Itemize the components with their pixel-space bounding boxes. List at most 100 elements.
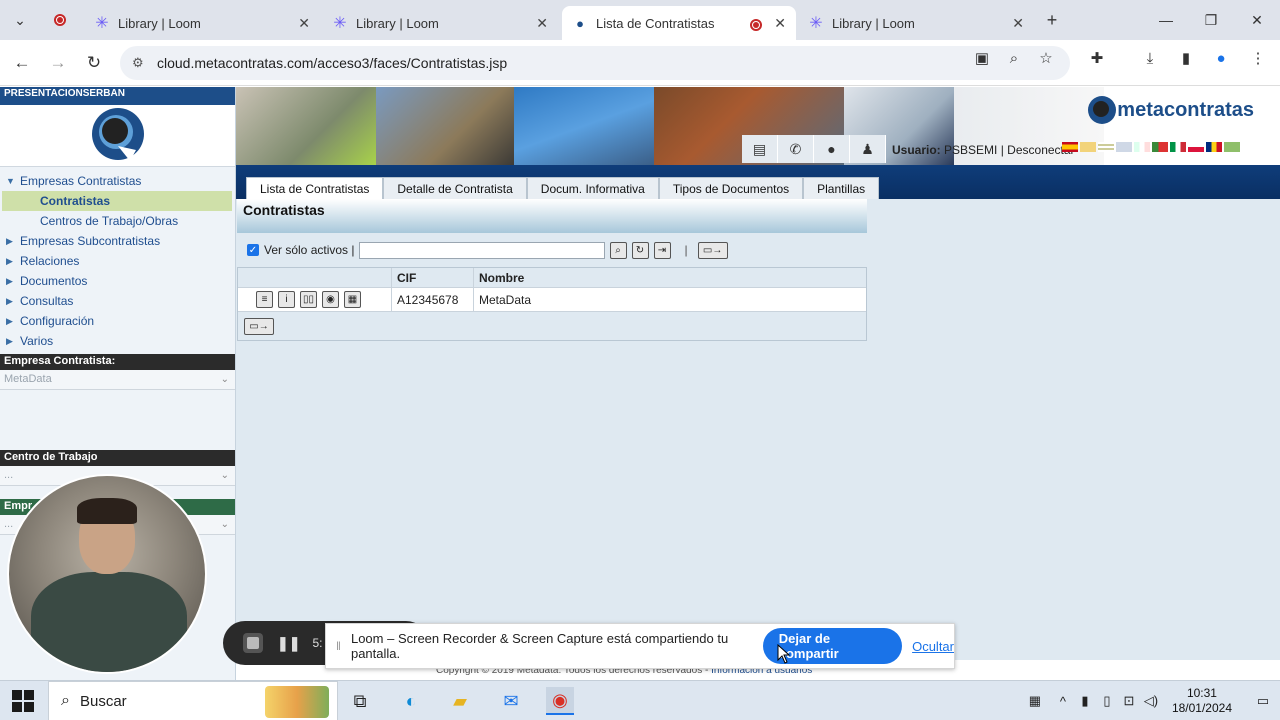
flag-ca-icon[interactable]	[1080, 142, 1096, 152]
tab-lista-contratistas[interactable]: ● Lista de Contratistas ✕	[562, 6, 796, 40]
tab-plantillas[interactable]: Plantillas	[803, 177, 880, 199]
tree-item-label[interactable]: Empresas Subcontratistas	[20, 234, 160, 248]
tree-item-label[interactable]: Contratistas	[40, 194, 110, 208]
bookmark-star-icon[interactable]: ☆	[1036, 48, 1056, 68]
flag-pl-icon[interactable]	[1188, 142, 1204, 152]
network-icon[interactable]: ⊡	[1118, 693, 1140, 709]
task-view-icon[interactable]: ⧉	[346, 687, 374, 715]
flag-es-icon[interactable]	[1062, 142, 1078, 152]
cell-nombre[interactable]: MetaData	[474, 288, 866, 311]
refresh-icon[interactable]: ↻	[631, 241, 649, 259]
phone-icon[interactable]: ✆	[778, 135, 814, 163]
caret-right-icon[interactable]: ▶	[6, 296, 20, 307]
tree-item-label[interactable]: Centros de Trabajo/Obras	[40, 214, 178, 228]
camera-icon[interactable]: ▣	[972, 48, 992, 68]
export-icon[interactable]: ⇥	[653, 241, 671, 259]
url-text[interactable]: cloud.metacontratas.com/acceso3/faces/Co…	[157, 55, 507, 71]
detail-list-icon[interactable]: ≡	[256, 291, 273, 308]
close-icon[interactable]: ✕	[1012, 15, 1024, 32]
battery-icon[interactable]: ▯	[1096, 693, 1118, 709]
download-icon[interactable]: ⤓	[1140, 48, 1160, 68]
search-icon[interactable]: ⌕	[609, 241, 627, 259]
active-only-checkbox[interactable]: ✓	[247, 244, 259, 256]
news-widget-icon[interactable]: ▦	[1018, 693, 1052, 709]
new-tab-plus-icon[interactable]: +	[1040, 8, 1064, 32]
tab-library-loom-2[interactable]: ✳ Library | Loom ✕	[322, 6, 558, 40]
column-header-cif[interactable]: CIF	[392, 268, 474, 287]
tree-item-relaciones[interactable]: ▶ Relaciones	[0, 251, 235, 271]
empresa-contratista-select[interactable]: MetaData ⌄	[0, 370, 235, 390]
tree-item-documentos[interactable]: ▶ Documentos	[0, 271, 235, 291]
volume-icon[interactable]: ◁)	[1140, 693, 1162, 709]
tab-lista-contratistas[interactable]: Lista de Contratistas	[246, 177, 384, 199]
zoom-icon[interactable]: ⌕	[1004, 48, 1024, 68]
tree-item-label[interactable]: Consultas	[20, 294, 73, 308]
target-icon[interactable]: ◉	[322, 291, 339, 308]
pause-icon[interactable]: ❚❚	[277, 635, 300, 652]
profile-avatar-icon[interactable]: ●	[1211, 48, 1231, 68]
caret-right-icon[interactable]: ▶	[6, 316, 20, 327]
system-clock[interactable]: 10:31 18/01/2024	[1172, 686, 1232, 716]
flag-ro-icon[interactable]	[1206, 142, 1222, 152]
close-icon[interactable]: ✕	[774, 15, 786, 32]
caret-right-icon[interactable]: ▶	[6, 336, 20, 347]
tab-detalle-contratista[interactable]: Detalle de Contratista	[383, 177, 527, 199]
user-icon[interactable]: ♟	[850, 135, 886, 163]
taskbar-search-box[interactable]: ⌕ Buscar	[48, 681, 338, 720]
tree-item-label[interactable]: Varios	[20, 334, 53, 348]
search-highlight-illustration-icon[interactable]	[265, 686, 329, 718]
table-row[interactable]: ≡ i ▯▯ ◉ ▦ A12345678 MetaData	[238, 287, 866, 311]
flag-it-icon[interactable]	[1170, 142, 1186, 152]
copy-transfer-icon[interactable]: ▭→	[244, 317, 274, 335]
tree-item-empresas-subcontratistas[interactable]: ▶ Empresas Subcontratistas	[0, 231, 235, 251]
tab-tipos-documentos[interactable]: Tipos de Documentos	[658, 177, 804, 199]
tree-item-configuracion[interactable]: ▶ Configuración	[0, 311, 235, 331]
chrome-browser-icon[interactable]: ◉	[546, 687, 574, 715]
minimize-icon[interactable]: —	[1154, 8, 1178, 32]
tree-item-label[interactable]: Relaciones	[20, 254, 79, 268]
microphone-icon[interactable]: ▮	[1074, 693, 1096, 709]
restore-icon[interactable]: ❐	[1199, 8, 1223, 32]
settings-grid-icon[interactable]: ▦	[344, 291, 361, 308]
flag-eu-icon[interactable]	[1098, 142, 1114, 152]
tree-item-varios[interactable]: ▶ Varios	[0, 331, 235, 351]
back-arrow-icon[interactable]: ←	[10, 51, 34, 75]
flag-fr-icon[interactable]	[1134, 142, 1150, 152]
edge-browser-icon[interactable]: ◐	[397, 687, 425, 715]
site-settings-icon[interactable]: ⚙	[132, 55, 152, 71]
tree-item-empresas-contratistas[interactable]: ▼ Empresas Contratistas	[0, 171, 235, 191]
tab-library-loom-3[interactable]: ✳ Library | Loom ✕	[798, 6, 1034, 40]
tree-item-label[interactable]: Documentos	[20, 274, 87, 288]
hide-link[interactable]: Ocultar	[912, 639, 954, 654]
window-close-icon[interactable]: ✕	[1245, 8, 1269, 32]
webcam-bubble[interactable]	[7, 474, 207, 674]
tab-search-chevron-icon[interactable]: ⌄	[8, 8, 32, 32]
tab-library-loom-1[interactable]: ✳ Library | Loom ✕	[84, 6, 320, 40]
cell-cif[interactable]: A12345678	[392, 288, 474, 311]
tab-docum-informativa[interactable]: Docum. Informativa	[526, 177, 659, 199]
windows-start-icon[interactable]	[12, 690, 34, 712]
recording-indicator-icon[interactable]	[48, 8, 72, 32]
stop-recording-icon[interactable]	[243, 633, 263, 653]
close-icon[interactable]: ✕	[536, 15, 548, 32]
url-omnibox[interactable]: ⚙ cloud.metacontratas.com/acceso3/faces/…	[120, 46, 1070, 80]
caret-right-icon[interactable]: ▶	[6, 256, 20, 267]
show-hidden-icons-chevron-icon[interactable]: ^	[1052, 694, 1074, 709]
caret-right-icon[interactable]: ▶	[6, 236, 20, 247]
drag-handle-icon[interactable]: ‖	[336, 639, 341, 653]
file-explorer-icon[interactable]: ▰	[446, 687, 474, 715]
flag-gb-icon[interactable]	[1116, 142, 1132, 152]
document-icon[interactable]: ▤	[742, 135, 778, 163]
info-icon[interactable]: i	[278, 291, 295, 308]
reload-icon[interactable]: ↻	[82, 51, 106, 75]
mail-icon[interactable]: ✉	[497, 687, 525, 715]
browser-menu-kebab-icon[interactable]: ⋮	[1248, 48, 1268, 68]
tree-item-label[interactable]: Configuración	[20, 314, 94, 328]
search-input[interactable]	[358, 241, 605, 259]
documents-icon[interactable]: ▯▯	[300, 291, 317, 308]
extensions-puzzle-icon[interactable]: ✚	[1087, 48, 1107, 68]
caret-right-icon[interactable]: ▶	[6, 276, 20, 287]
tree-item-centros-trabajo[interactable]: Centros de Trabajo/Obras	[0, 211, 235, 231]
caret-down-icon[interactable]: ▼	[6, 176, 20, 186]
forward-arrow-icon[interactable]: →	[46, 51, 70, 75]
